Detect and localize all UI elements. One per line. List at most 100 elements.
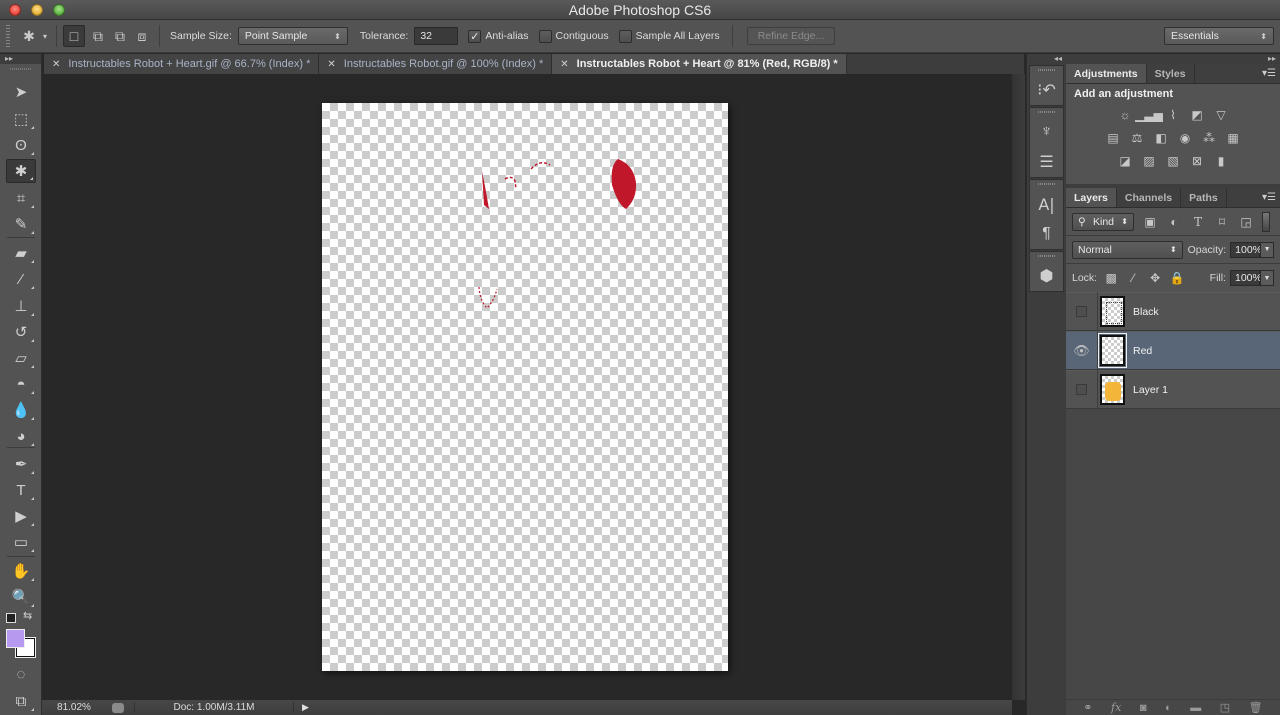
document-tab[interactable]: ✕ Instructables Robot.gif @ 100% (Index) …: [319, 54, 553, 74]
eraser-tool-icon[interactable]: ▱: [6, 346, 36, 370]
workspace-select[interactable]: Essentials ⬍: [1164, 27, 1274, 45]
tools-panel-grip[interactable]: [10, 68, 31, 70]
document-tab[interactable]: ✕ Instructables Robot + Heart.gif @ 66.7%…: [44, 54, 320, 74]
dock-grip[interactable]: [1038, 255, 1055, 257]
default-colors-icon[interactable]: [6, 613, 16, 623]
layer-thumbnail[interactable]: [1100, 374, 1125, 405]
close-tab-icon[interactable]: ✕: [327, 59, 335, 70]
add-layer-mask-icon[interactable]: ◙: [1140, 702, 1147, 714]
brightness-contrast-icon[interactable]: ☼: [1116, 107, 1134, 123]
document-tab[interactable]: ✕ Instructables Robot + Heart @ 81% (Red,…: [552, 54, 847, 74]
panel-menu-icon[interactable]: ▾☰: [1262, 68, 1276, 79]
visibility-toggle[interactable]: [1066, 370, 1098, 409]
vertical-scrollbar[interactable]: [1012, 74, 1025, 700]
close-tab-icon[interactable]: ✕: [560, 59, 568, 70]
hue-saturation-icon[interactable]: ▤: [1104, 130, 1122, 146]
selective-color-icon[interactable]: ⊠: [1188, 153, 1206, 169]
add-to-selection-icon[interactable]: ⧉: [87, 25, 109, 47]
dock-grip[interactable]: [1038, 69, 1055, 71]
lasso-tool-icon[interactable]: ʘ: [6, 133, 36, 157]
eyedropper-tool-icon[interactable]: ✎: [6, 212, 36, 236]
lock-image-pixels-icon[interactable]: ⁄: [1125, 270, 1141, 286]
paragraph-icon[interactable]: ¶: [1030, 219, 1063, 249]
tool-preset-magic-wand-icon[interactable]: ✱: [18, 25, 40, 47]
filter-kind-select[interactable]: ⚲ Kind ⬍: [1072, 212, 1134, 231]
tolerance-input[interactable]: 32: [414, 27, 459, 45]
exposure-icon[interactable]: ◩: [1188, 107, 1206, 123]
rectangular-marquee-tool-icon[interactable]: ⬚: [6, 107, 36, 131]
color-balance-icon[interactable]: ⚖: [1128, 130, 1146, 146]
sample-size-select[interactable]: Point Sample ⬍: [237, 27, 348, 45]
link-layers-icon[interactable]: ⚭: [1083, 701, 1092, 714]
zoom-level[interactable]: 81.02%: [42, 702, 106, 713]
filter-smart-object-icon[interactable]: ◲: [1238, 214, 1254, 230]
magic-wand-tool-icon[interactable]: ✱: [6, 159, 36, 183]
blend-mode-select[interactable]: Normal ⬍: [1072, 240, 1183, 259]
history-icon[interactable]: ⁝↶: [1030, 75, 1063, 105]
intersect-with-selection-icon[interactable]: ⧈: [131, 25, 153, 47]
sample-all-layers-checkbox[interactable]: [618, 29, 632, 43]
new-layer-icon[interactable]: ◳: [1220, 701, 1230, 714]
dodge-tool-icon[interactable]: ◕: [6, 424, 36, 448]
tab-channels[interactable]: Channels: [1117, 188, 1182, 207]
gradient-map-icon[interactable]: ▮: [1212, 153, 1230, 169]
move-tool-icon[interactable]: ➤: [6, 80, 36, 104]
channel-mixer-icon[interactable]: ⁂: [1200, 130, 1218, 146]
fill-dropdown-icon[interactable]: ▼: [1260, 270, 1274, 286]
layer-row[interactable]: 👁 Red: [1066, 331, 1280, 370]
new-selection-icon[interactable]: □: [63, 25, 85, 47]
expand-panels-icon[interactable]: ▸▸: [1066, 54, 1280, 64]
anti-alias-checkbox[interactable]: ✓: [468, 29, 482, 43]
blur-tool-icon[interactable]: 💧: [6, 398, 36, 422]
dock-grip[interactable]: [1038, 111, 1055, 113]
tab-adjustments[interactable]: Adjustments: [1066, 64, 1147, 83]
layer-row[interactable]: Black: [1066, 292, 1280, 331]
photo-filter-icon[interactable]: ◉: [1176, 130, 1194, 146]
brush-presets-icon[interactable]: ♆: [1030, 117, 1063, 147]
screen-mode-icon[interactable]: ⧉: [6, 689, 36, 713]
tab-styles[interactable]: Styles: [1147, 64, 1195, 83]
foreground-color-swatch[interactable]: [6, 629, 25, 648]
pen-tool-icon[interactable]: ✒: [6, 452, 36, 476]
filter-type-icon[interactable]: T: [1190, 214, 1206, 230]
subtract-from-selection-icon[interactable]: ⧉: [109, 25, 131, 47]
new-group-icon[interactable]: ▬: [1190, 702, 1201, 714]
3d-icon[interactable]: ⬢: [1030, 261, 1063, 291]
vibrance-icon[interactable]: ▽: [1212, 107, 1230, 123]
paint-bucket-tool-icon[interactable]: ◓: [6, 372, 36, 396]
threshold-icon[interactable]: ▧: [1164, 153, 1182, 169]
quick-mask-icon[interactable]: ◌: [6, 662, 36, 686]
visibility-eye-icon[interactable]: 👁: [1066, 331, 1098, 370]
visibility-toggle[interactable]: [1066, 292, 1098, 331]
type-tool-icon[interactable]: T: [6, 478, 36, 502]
new-adjustment-layer-icon[interactable]: ◐: [1165, 702, 1172, 714]
filter-pixel-icon[interactable]: ▣: [1142, 214, 1158, 230]
minimize-window-button[interactable]: [31, 4, 43, 16]
lock-position-icon[interactable]: ✥: [1147, 270, 1163, 286]
opacity-dropdown-icon[interactable]: ▼: [1260, 241, 1274, 258]
brush-panel-icon[interactable]: ☰: [1030, 147, 1063, 177]
panel-menu-icon[interactable]: ▾☰: [1262, 192, 1276, 203]
rectangle-shape-tool-icon[interactable]: ▭: [6, 530, 36, 554]
healing-brush-tool-icon[interactable]: ▰: [6, 241, 36, 265]
opacity-input[interactable]: 100%: [1230, 241, 1262, 258]
clone-stamp-tool-icon[interactable]: ⊥: [6, 294, 36, 318]
add-layer-style-icon[interactable]: fx: [1111, 701, 1121, 714]
maximize-window-button[interactable]: [53, 4, 65, 16]
layer-thumbnail[interactable]: [1098, 333, 1127, 368]
color-lookup-icon[interactable]: ▦: [1224, 130, 1242, 146]
close-tab-icon[interactable]: ✕: [52, 59, 60, 70]
invert-icon[interactable]: ◪: [1116, 153, 1134, 169]
levels-icon[interactable]: ▁▃▅: [1135, 107, 1163, 123]
layer-row[interactable]: Layer 1: [1066, 370, 1280, 409]
character-icon[interactable]: A|: [1030, 189, 1063, 219]
status-menu-arrow-icon[interactable]: ▶: [302, 702, 309, 713]
options-bar-grip[interactable]: [6, 25, 10, 47]
dock-grip[interactable]: [1038, 183, 1055, 185]
black-white-icon[interactable]: ◧: [1152, 130, 1170, 146]
tool-preset-dropdown-icon[interactable]: ▾: [40, 25, 50, 47]
layer-thumbnail[interactable]: [1100, 296, 1125, 327]
history-brush-tool-icon[interactable]: ↺: [6, 320, 36, 344]
tab-layers[interactable]: Layers: [1066, 188, 1117, 207]
hand-tool-icon[interactable]: ✋: [6, 559, 36, 583]
